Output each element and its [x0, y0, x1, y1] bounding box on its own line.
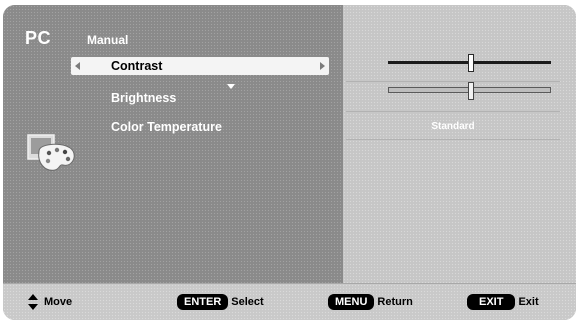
menu-item-label: Contrast	[111, 59, 163, 73]
exit-key-badge: EXIT	[467, 294, 516, 310]
menu-item-color-temperature[interactable]: Color Temperature	[71, 118, 329, 136]
arrow-right-icon[interactable]	[320, 62, 325, 70]
divider	[346, 81, 560, 82]
osd-menu: PC Manual Contrast Brightness Color Temp…	[3, 5, 576, 320]
hint-move: Move	[28, 294, 72, 310]
hint-enter: ENTER Select	[177, 294, 264, 310]
value-panel	[343, 5, 576, 283]
hint-menu-label: Return	[377, 296, 413, 308]
menu-item-label: Color Temperature	[111, 120, 222, 134]
up-down-arrow-icon	[28, 294, 38, 310]
arrow-left-icon[interactable]	[75, 62, 80, 70]
footer-hints: Move ENTER Select MENU Return EXIT Exit	[3, 283, 576, 320]
hint-enter-label: Select	[231, 296, 264, 308]
menu-key-badge: MENU	[328, 294, 375, 310]
menu-item-brightness[interactable]: Brightness	[71, 89, 329, 107]
color-temperature-value: Standard	[431, 121, 475, 132]
slider-thumb[interactable]	[467, 54, 474, 72]
menu-panel: PC Manual Contrast Brightness Color Temp…	[3, 5, 343, 283]
hint-exit-label: Exit	[518, 296, 539, 308]
palette-icon	[27, 134, 75, 171]
hint-move-label: Move	[44, 296, 73, 308]
divider	[346, 111, 560, 112]
divider	[346, 139, 560, 140]
enter-key-badge: ENTER	[177, 294, 229, 310]
slider-thumb[interactable]	[467, 82, 474, 100]
menu-item-label: Brightness	[111, 91, 177, 105]
mode-label: Manual	[87, 33, 129, 47]
menu-item-contrast[interactable]: Contrast	[71, 57, 329, 75]
hint-exit: EXIT Exit	[467, 294, 539, 310]
source-label: PC	[25, 28, 52, 48]
hint-menu: MENU Return	[328, 294, 413, 310]
